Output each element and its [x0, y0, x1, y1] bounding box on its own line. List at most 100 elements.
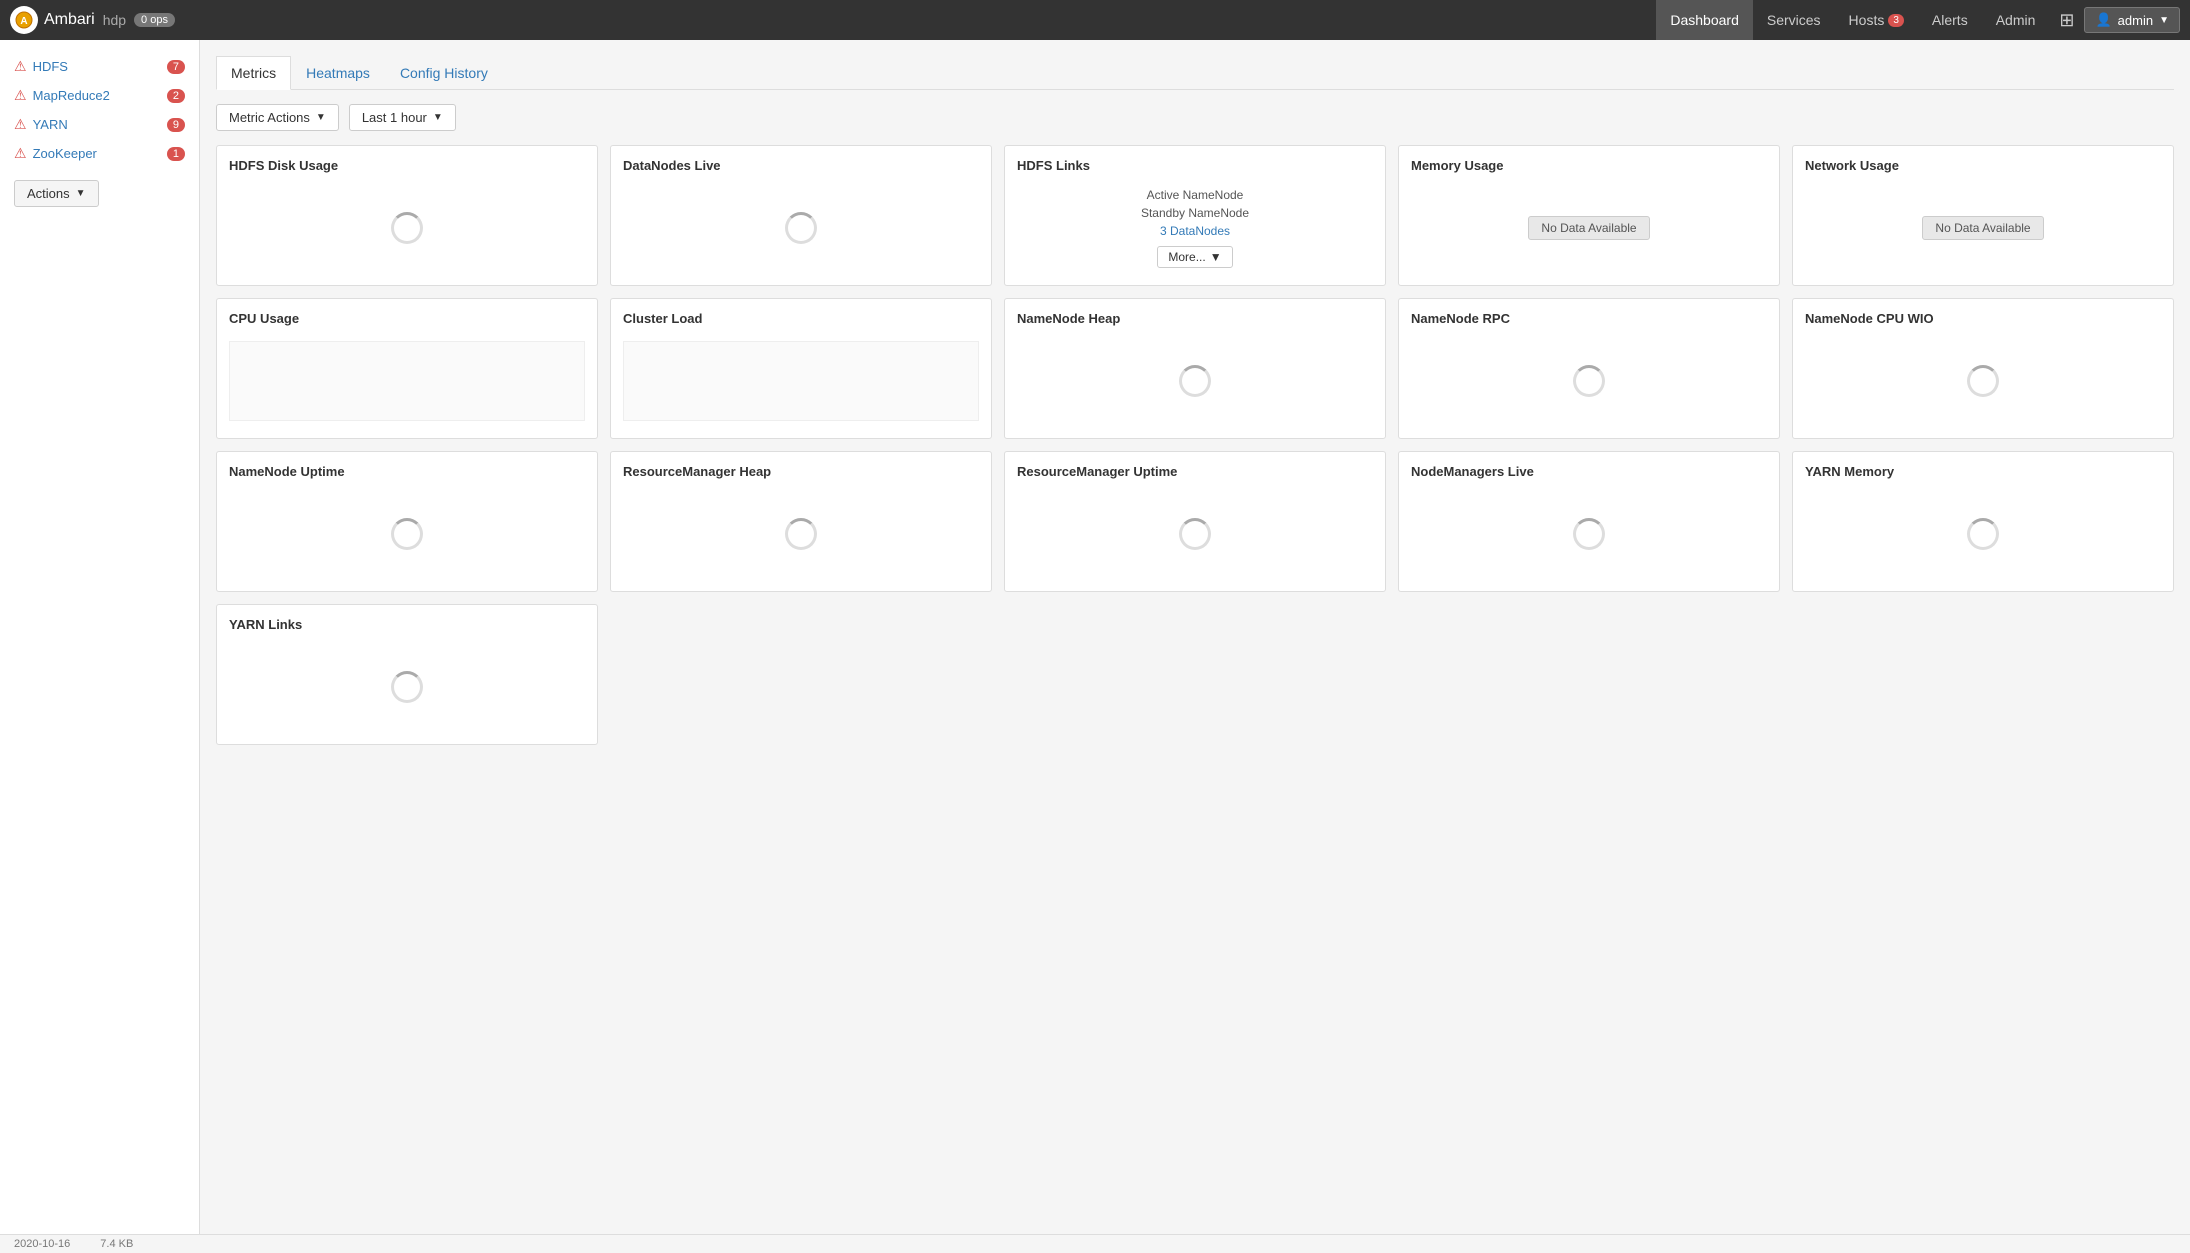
metric-title-hdfs-disk-usage: HDFS Disk Usage — [229, 158, 585, 173]
metric-title-namenode-rpc: NameNode RPC — [1411, 311, 1767, 326]
admin-user-icon: 👤 — [2095, 12, 2111, 28]
nav-hosts[interactable]: Hosts 3 — [1835, 0, 1918, 40]
sidebar-item-yarn[interactable]: ⚠ YARN 9 — [0, 110, 199, 139]
metric-card-hdfs-links: HDFS Links Active NameNode Standby NameN… — [1004, 145, 1386, 286]
metric-card-namenode-heap: NameNode Heap — [1004, 298, 1386, 439]
main-layout: ⚠ HDFS 7 ⚠ MapReduce2 2 ⚠ YARN 9 ⚠ ZooKe… — [0, 40, 2190, 1234]
metric-card-network-usage: Network Usage No Data Available — [1792, 145, 2174, 286]
metric-card-yarn-memory: YARN Memory — [1792, 451, 2174, 592]
metric-card-namenode-cpu-wio: NameNode CPU WIO — [1792, 298, 2174, 439]
memory-usage-no-data: No Data Available — [1528, 216, 1649, 240]
metric-card-resourcemanager-uptime: ResourceManager Uptime — [1004, 451, 1386, 592]
metric-title-yarn-links: YARN Links — [229, 617, 585, 632]
datanodes-live-spinner — [785, 212, 817, 244]
sidebar: ⚠ HDFS 7 ⚠ MapReduce2 2 ⚠ YARN 9 ⚠ ZooKe… — [0, 40, 200, 1234]
namenode-uptime-spinner — [391, 518, 423, 550]
admin-caret-icon: ▼ — [2159, 15, 2169, 26]
namenode-cpu-wio-spinner — [1967, 365, 1999, 397]
metric-title-nodemanagers-live: NodeManagers Live — [1411, 464, 1767, 479]
cluster-name: hdp — [103, 12, 126, 28]
logo-icon: A — [10, 6, 38, 34]
nav-admin[interactable]: Admin — [1982, 0, 2050, 40]
namenode-heap-spinner — [1179, 365, 1211, 397]
resourcemanager-uptime-spinner — [1179, 518, 1211, 550]
metric-actions-caret-icon: ▼ — [316, 112, 326, 123]
metric-card-cpu-usage: CPU Usage — [216, 298, 598, 439]
metric-title-namenode-cpu-wio: NameNode CPU WIO — [1805, 311, 2161, 326]
svg-text:A: A — [20, 16, 27, 27]
hdfs-links-more-button[interactable]: More... ▼ — [1157, 246, 1232, 268]
hdfs-link[interactable]: HDFS — [33, 59, 68, 74]
active-namenode-label: Active NameNode — [1147, 188, 1244, 202]
time-range-caret-icon: ▼ — [433, 112, 443, 123]
status-bar: 2020-10-16 7.4 KB — [0, 1234, 2190, 1253]
metric-title-yarn-memory: YARN Memory — [1805, 464, 2161, 479]
cluster-load-chart — [623, 341, 979, 421]
metric-card-resourcemanager-heap: ResourceManager Heap — [610, 451, 992, 592]
metric-title-memory-usage: Memory Usage — [1411, 158, 1767, 173]
metrics-toolbar: Metric Actions ▼ Last 1 hour ▼ — [216, 104, 2174, 131]
nav-alerts[interactable]: Alerts — [1918, 0, 1982, 40]
zookeeper-link[interactable]: ZooKeeper — [33, 146, 97, 161]
metric-card-nodemanagers-live: NodeManagers Live — [1398, 451, 1780, 592]
metric-title-namenode-heap: NameNode Heap — [1017, 311, 1373, 326]
metric-title-namenode-uptime: NameNode Uptime — [229, 464, 585, 479]
mapreduce2-badge: 2 — [167, 89, 185, 103]
yarn-memory-spinner — [1967, 518, 1999, 550]
tab-metrics[interactable]: Metrics — [216, 56, 291, 90]
metric-title-cluster-load: Cluster Load — [623, 311, 979, 326]
more-caret-icon: ▼ — [1210, 250, 1222, 264]
standby-namenode-label: Standby NameNode — [1141, 206, 1249, 220]
tab-heatmaps[interactable]: Heatmaps — [291, 56, 385, 90]
sidebar-item-mapreduce2[interactable]: ⚠ MapReduce2 2 — [0, 81, 199, 110]
metric-card-hdfs-disk-usage: HDFS Disk Usage — [216, 145, 598, 286]
tabs-bar: Metrics Heatmaps Config History — [216, 56, 2174, 90]
metric-title-network-usage: Network Usage — [1805, 158, 2161, 173]
zookeeper-badge: 1 — [167, 147, 185, 161]
status-size: 7.4 KB — [100, 1238, 133, 1250]
metric-actions-dropdown[interactable]: Metric Actions ▼ — [216, 104, 339, 131]
resourcemanager-heap-spinner — [785, 518, 817, 550]
mapreduce2-link[interactable]: MapReduce2 — [33, 88, 110, 103]
zookeeper-alert-icon: ⚠ — [14, 145, 27, 162]
mapreduce2-alert-icon: ⚠ — [14, 87, 27, 104]
yarn-links-spinner — [391, 671, 423, 703]
hosts-alert-badge: 3 — [1888, 14, 1904, 27]
actions-caret-icon: ▼ — [76, 188, 86, 199]
metric-card-cluster-load: Cluster Load — [610, 298, 992, 439]
tab-config-history[interactable]: Config History — [385, 56, 503, 90]
metric-title-resourcemanager-heap: ResourceManager Heap — [623, 464, 979, 479]
nav-services[interactable]: Services — [1753, 0, 1835, 40]
main-content: Metrics Heatmaps Config History Metric A… — [200, 40, 2190, 1234]
app-name: Ambari — [44, 11, 95, 29]
yarn-badge: 9 — [167, 118, 185, 132]
hdfs-badge: 7 — [167, 60, 185, 74]
network-usage-no-data: No Data Available — [1922, 216, 2043, 240]
metric-card-yarn-links: YARN Links — [216, 604, 598, 745]
hdfs-links-content: Active NameNode Standby NameNode 3 DataN… — [1141, 188, 1249, 268]
datanodes-link[interactable]: 3 DataNodes — [1160, 224, 1230, 238]
metric-card-namenode-uptime: NameNode Uptime — [216, 451, 598, 592]
sidebar-item-hdfs[interactable]: ⚠ HDFS 7 — [0, 52, 199, 81]
sidebar-item-zookeeper[interactable]: ⚠ ZooKeeper 1 — [0, 139, 199, 168]
nav-dashboard[interactable]: Dashboard — [1656, 0, 1753, 40]
metric-title-resourcemanager-uptime: ResourceManager Uptime — [1017, 464, 1373, 479]
actions-button[interactable]: Actions ▼ — [14, 180, 99, 207]
namenode-rpc-spinner — [1573, 365, 1605, 397]
time-range-dropdown[interactable]: Last 1 hour ▼ — [349, 104, 456, 131]
metric-title-hdfs-links: HDFS Links — [1017, 158, 1373, 173]
nav-links: Dashboard Services Hosts 3 Alerts Admin … — [1656, 0, 2180, 40]
cpu-usage-chart — [229, 341, 585, 421]
metric-title-datanodes-live: DataNodes Live — [623, 158, 979, 173]
hdfs-disk-usage-spinner — [391, 212, 423, 244]
hdfs-alert-icon: ⚠ — [14, 58, 27, 75]
metrics-grid: HDFS Disk Usage DataNodes Live HDFS Link… — [216, 145, 2174, 745]
admin-menu-button[interactable]: 👤 admin ▼ — [2084, 7, 2180, 33]
metric-card-namenode-rpc: NameNode RPC — [1398, 298, 1780, 439]
grid-icon[interactable]: ⊞ — [2049, 10, 2084, 31]
ops-badge: 0 ops — [134, 13, 175, 27]
nodemanagers-live-spinner — [1573, 518, 1605, 550]
metric-card-memory-usage: Memory Usage No Data Available — [1398, 145, 1780, 286]
yarn-link[interactable]: YARN — [33, 117, 68, 132]
status-date: 2020-10-16 — [14, 1238, 70, 1250]
